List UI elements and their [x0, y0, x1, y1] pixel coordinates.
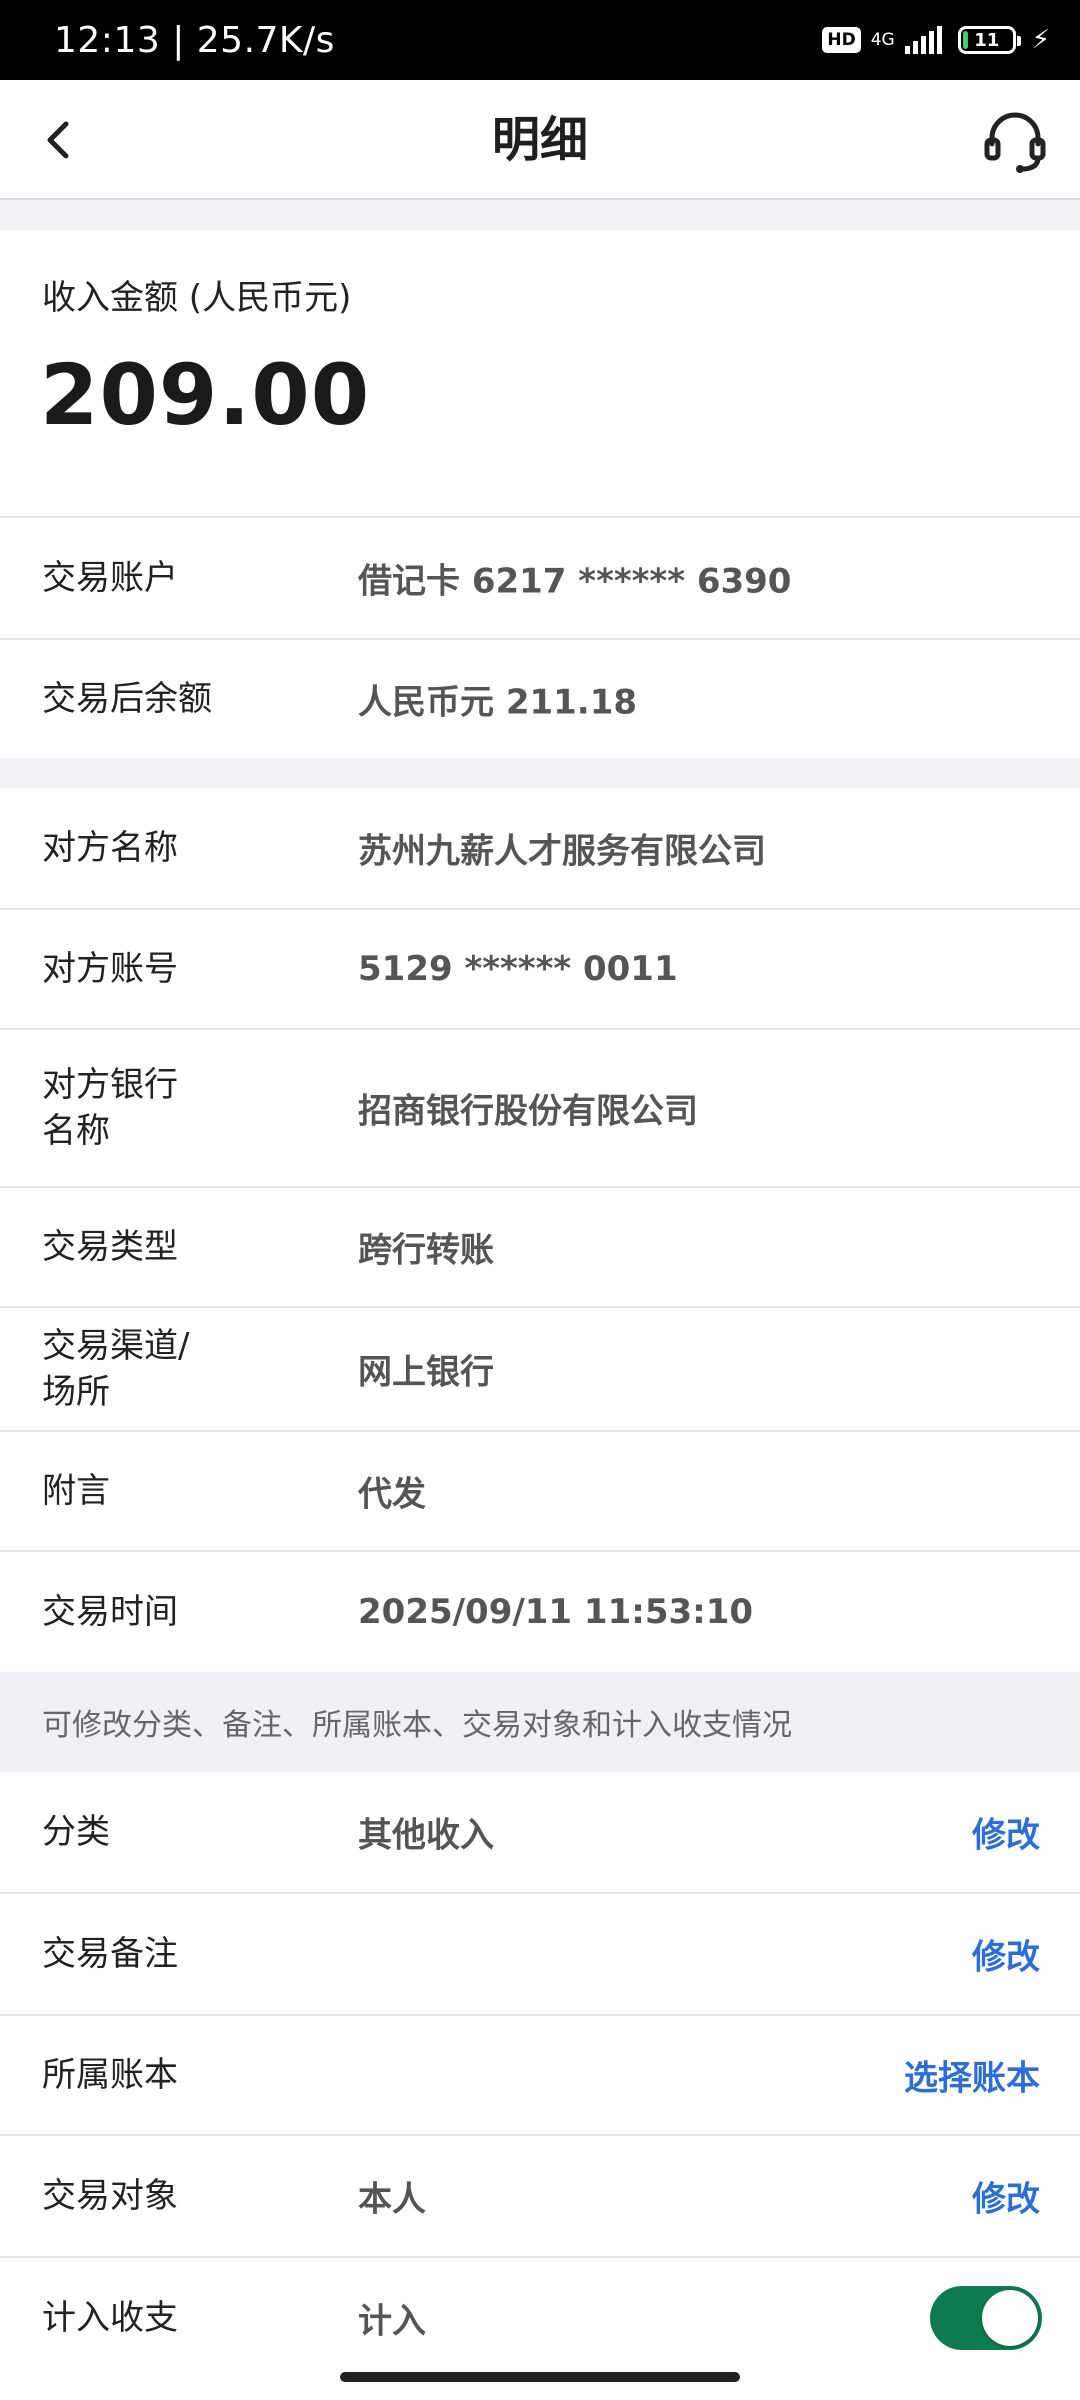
row-value: 5129 ****** 0011	[358, 949, 678, 989]
headset-icon	[984, 112, 1046, 172]
row-label: 对方名称	[42, 828, 178, 868]
row-label: 计入收支	[42, 2298, 178, 2338]
amount-value: 209.00	[40, 346, 371, 444]
detail-row-transaction-time: 交易时间 2025/09/11 11:53:10	[0, 1550, 1080, 1672]
detail-row-transaction-type: 交易类型 跨行转账	[0, 1186, 1080, 1306]
edit-note-button[interactable]: 修改	[972, 1930, 1040, 1979]
row-label: 交易渠道/ 场所	[42, 1326, 190, 1412]
amount-label: 收入金额 (人民币元)	[42, 278, 352, 318]
row-value: 跨行转账	[358, 1230, 494, 1271]
edit-row-ledger[interactable]: 所属账本 选择账本	[0, 2014, 1080, 2134]
charging-icon: ⚡	[1031, 25, 1050, 55]
row-label: 交易后余额	[42, 679, 212, 719]
hd-icon: HD	[822, 27, 861, 53]
row-value: 2025/09/11 11:53:10	[358, 1592, 754, 1632]
battery-level: 11	[974, 29, 1000, 51]
row-value: 借记卡 6217 ****** 6390	[358, 561, 792, 602]
row-value: 其他收入	[358, 1815, 494, 1856]
battery-icon: 11	[957, 26, 1021, 54]
row-label: 对方账号	[42, 949, 178, 989]
home-indicator[interactable]	[340, 2372, 740, 2382]
signal-icon	[904, 26, 942, 54]
select-ledger-button[interactable]: 选择账本	[904, 2051, 1040, 2100]
row-label: 交易时间	[42, 1592, 178, 1632]
status-icons: HD 4G 11 ⚡	[822, 25, 1050, 55]
detail-row-transaction-account: 交易账户 借记卡 6217 ****** 6390	[0, 516, 1080, 638]
include-in-stats-toggle[interactable]	[930, 2286, 1042, 2350]
toggle-knob	[982, 2290, 1038, 2346]
detail-row-counterparty-bank: 对方银行 名称 招商银行股份有限公司	[0, 1028, 1080, 1186]
edit-category-button[interactable]: 修改	[972, 1808, 1040, 1857]
detail-row-postscript: 附言 代发	[0, 1430, 1080, 1550]
detail-row-counterparty-account: 对方账号 5129 ****** 0011	[0, 908, 1080, 1028]
amount-section: 收入金额 (人民币元) 209.00	[0, 230, 1080, 516]
row-label: 对方银行 名称	[42, 1065, 178, 1151]
row-label: 附言	[42, 1471, 110, 1511]
network-type: 4G	[870, 30, 895, 50]
edit-note-bar: 可修改分类、备注、所属账本、交易对象和计入收支情况	[0, 1672, 1080, 1772]
row-label: 交易对象	[42, 2176, 178, 2216]
edit-row-category[interactable]: 分类 其他收入 修改	[0, 1772, 1080, 1892]
row-value: 本人	[358, 2179, 426, 2220]
edit-row-counterparty[interactable]: 交易对象 本人 修改	[0, 2134, 1080, 2256]
row-value: 招商银行股份有限公司	[358, 1091, 698, 1132]
edit-counterparty-button[interactable]: 修改	[972, 2172, 1040, 2221]
battery-level-fill	[962, 31, 968, 49]
edit-note-text: 可修改分类、备注、所属账本、交易对象和计入收支情况	[42, 1708, 792, 1743]
row-value: 计入	[358, 2301, 426, 2342]
detail-row-balance: 交易后余额 人民币元 211.18	[0, 638, 1080, 758]
detail-row-transaction-channel: 交易渠道/ 场所 网上银行	[0, 1306, 1080, 1430]
row-label: 交易类型	[42, 1227, 178, 1267]
detail-row-counterparty-name: 对方名称 苏州九薪人才服务有限公司	[0, 788, 1080, 908]
row-label: 交易备注	[42, 1934, 178, 1974]
row-label: 交易账户	[42, 558, 178, 598]
customer-service-button[interactable]	[980, 106, 1050, 176]
row-value: 网上银行	[358, 1352, 494, 1393]
row-label: 所属账本	[42, 2055, 178, 2095]
row-value: 人民币元 211.18	[358, 682, 638, 723]
page-title: 明细	[491, 112, 588, 168]
edit-row-note[interactable]: 交易备注 修改	[0, 1892, 1080, 2014]
status-time-speed: 12:13 | 25.7K/s	[54, 19, 335, 61]
app-header: 明细	[0, 80, 1080, 200]
status-bar: 12:13 | 25.7K/s HD 4G 11 ⚡	[0, 0, 1080, 80]
row-value: 苏州九薪人才服务有限公司	[358, 831, 766, 872]
row-value: 代发	[358, 1474, 426, 1515]
row-label: 分类	[42, 1812, 110, 1852]
